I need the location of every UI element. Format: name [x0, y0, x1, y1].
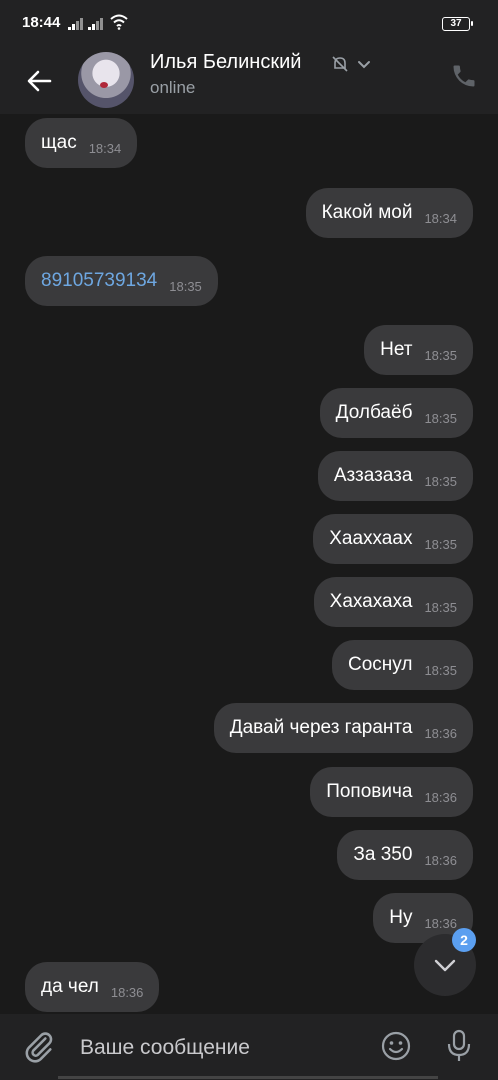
message-bubble-outgoing[interactable]: Долбаёб 18:35 — [319, 388, 473, 438]
message-text: Соснул — [348, 654, 413, 675]
microphone-icon[interactable] — [444, 1028, 474, 1064]
smiley-icon[interactable] — [380, 1030, 412, 1062]
message-time: 18:35 — [424, 347, 457, 363]
message-text: За 350 — [353, 844, 413, 865]
message-time: 18:35 — [424, 410, 457, 426]
message-text: Хахахаха — [329, 591, 413, 612]
message-time: 18:35 — [169, 278, 202, 294]
message-text: Долбаёб — [335, 402, 413, 423]
message-text: щас — [41, 132, 77, 153]
wifi-icon — [110, 14, 128, 30]
message-time: 18:35 — [424, 473, 457, 489]
message-time: 18:36 — [424, 725, 457, 741]
message-text: Ну — [389, 907, 413, 928]
avatar[interactable] — [78, 52, 134, 108]
message-bubble-outgoing[interactable]: Давай через гаранта 18:36 — [213, 703, 473, 753]
battery-icon: 37 — [442, 17, 473, 31]
message-bubble-outgoing[interactable]: Нет 18:35 — [364, 325, 473, 375]
message-text: Поповича — [326, 781, 413, 802]
message-bubble-incoming[interactable]: щас 18:34 — [25, 118, 138, 168]
message-bubble-outgoing[interactable]: Какой мой 18:34 — [305, 188, 473, 238]
message-text: Давай через гаранта — [229, 717, 413, 738]
message-time: 18:35 — [424, 599, 457, 615]
message-bubble-incoming[interactable]: да чел 18:36 — [25, 962, 160, 1012]
message-composer — [0, 1014, 498, 1080]
message-input[interactable] — [78, 1028, 362, 1068]
status-bar: 18:44 37 — [0, 0, 498, 48]
message-text: Какой мой — [321, 202, 413, 223]
contact-status: online — [150, 78, 196, 97]
message-bubble-outgoing[interactable]: Хахахаха 18:35 — [313, 577, 473, 627]
paperclip-icon[interactable] — [22, 1030, 56, 1064]
signal-icon — [68, 16, 88, 30]
message-bubble-outgoing[interactable]: Поповича 18:36 — [310, 767, 473, 817]
message-time: 18:34 — [88, 140, 122, 156]
phone-number-link[interactable]: 89105739134 — [41, 270, 157, 292]
message-time: 18:36 — [424, 915, 457, 931]
message-time: 18:35 — [424, 536, 457, 552]
chat-header: Илья Белинский online — [0, 48, 498, 114]
message-text: Нет — [380, 339, 413, 360]
gesture-bar — [58, 1076, 438, 1079]
message-time: 18:34 — [424, 210, 457, 226]
message-time: 18:36 — [424, 852, 457, 868]
message-text: да чел — [41, 976, 99, 997]
bell-off-icon — [332, 56, 348, 72]
chevron-down-icon[interactable] — [356, 56, 372, 72]
message-time: 18:35 — [424, 662, 457, 678]
message-list[interactable]: щас 18:34 Какой мой 18:34 89105739134 18… — [0, 114, 498, 1014]
message-bubble-outgoing[interactable]: За 350 18:36 — [337, 830, 473, 880]
unread-count-badge: 2 — [452, 928, 476, 952]
message-time: 18:36 — [110, 984, 144, 1000]
message-bubble-incoming[interactable]: 89105739134 18:35 — [25, 256, 218, 306]
signal-icon-2 — [88, 16, 108, 30]
message-bubble-outgoing[interactable]: Соснул 18:35 — [332, 640, 473, 690]
message-bubble-outgoing[interactable]: Аззазаза 18:35 — [317, 451, 473, 501]
message-time: 18:36 — [424, 789, 457, 805]
back-arrow-icon[interactable] — [20, 61, 60, 101]
contact-name[interactable]: Илья Белинский — [150, 51, 301, 74]
message-bubble-outgoing[interactable]: Хааххаах 18:35 — [313, 514, 473, 564]
status-time: 18:44 — [22, 14, 61, 31]
phone-icon[interactable] — [450, 62, 478, 90]
message-text: Аззазаза — [333, 465, 413, 486]
message-text: Хааххаах — [329, 528, 413, 549]
